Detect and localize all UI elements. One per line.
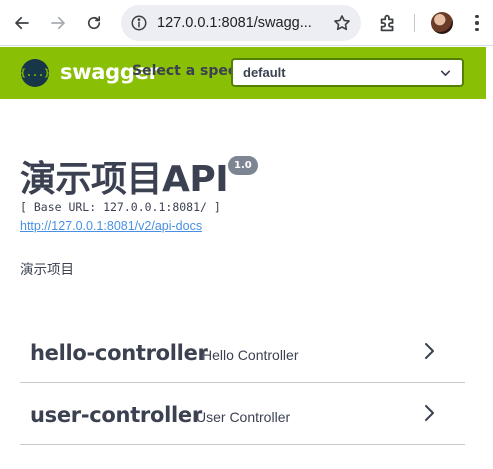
tag-description: Hello Controller: [202, 347, 299, 363]
address-bar[interactable]: 127.0.0.1:8081/swagg...: [121, 5, 361, 41]
spec-select-value: default: [243, 65, 286, 80]
toolbar-divider: [414, 14, 415, 32]
tag-section-hello-controller[interactable]: hello-controller Hello Controller: [20, 321, 465, 383]
profile-avatar[interactable]: [431, 12, 453, 34]
puzzle-icon[interactable]: [377, 12, 399, 34]
reload-icon: [87, 16, 101, 30]
info-icon[interactable]: [130, 14, 148, 32]
tag-name[interactable]: user-controller: [30, 403, 202, 427]
select-spec-label: Select a spec: [132, 63, 237, 79]
page-scrollbar[interactable]: [486, 47, 493, 469]
tag-section-user-controller[interactable]: user-controller User Controller: [20, 383, 465, 445]
reload-button[interactable]: [81, 10, 107, 36]
url-text[interactable]: 127.0.0.1:8081/swagg...: [157, 15, 312, 31]
tag-name[interactable]: hello-controller: [30, 341, 208, 365]
api-description: 演示项目: [20, 262, 74, 277]
arrow-left-icon: [15, 16, 29, 30]
api-docs-link[interactable]: http://127.0.0.1:8081/v2/api-docs: [20, 219, 202, 233]
star-icon[interactable]: [332, 13, 352, 33]
kebab-menu-icon[interactable]: [470, 12, 484, 34]
tag-description: User Controller: [196, 409, 291, 425]
chevron-down-icon: [440, 70, 451, 76]
arrow-right-icon: [51, 16, 65, 30]
spec-select[interactable]: default: [231, 58, 464, 87]
back-button[interactable]: [9, 10, 35, 36]
browser-toolbar: 127.0.0.1:8081/swagg...: [0, 0, 493, 46]
page-title: 演示项目API: [20, 159, 229, 200]
version-badge: 1.0: [228, 156, 258, 175]
chevron-right-icon[interactable]: [421, 403, 437, 423]
swagger-topbar: {...} swagger Select a spec default: [0, 47, 486, 99]
base-url: [ Base URL: 127.0.0.1:8081/ ]: [20, 200, 221, 214]
chevron-right-icon[interactable]: [421, 341, 437, 361]
swagger-logo-icon[interactable]: {...}: [20, 59, 50, 87]
forward-button[interactable]: [45, 10, 71, 36]
